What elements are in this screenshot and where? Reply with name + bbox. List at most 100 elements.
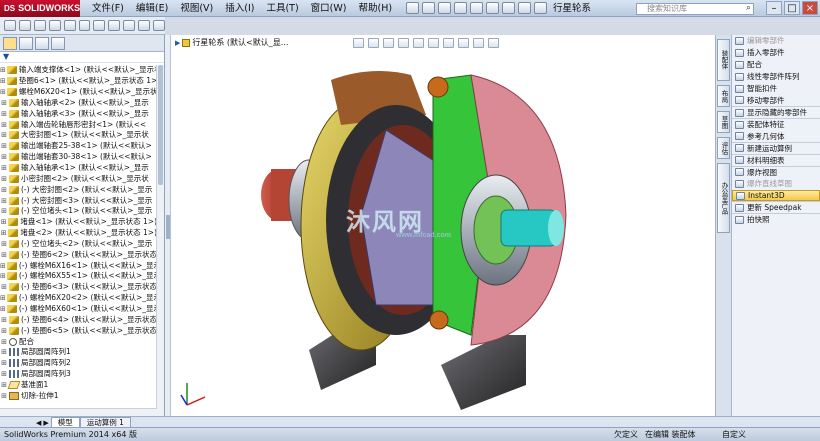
tree-item[interactable]: ⊞ 基准面1 (0, 379, 157, 390)
expand-plus-icon[interactable]: ⊞ (0, 141, 8, 151)
undo-icon[interactable] (470, 2, 484, 14)
command-item[interactable]: 插入零部件 (732, 47, 820, 59)
expand-plus-icon[interactable]: ⊞ (0, 293, 6, 303)
property-manager-tab-icon[interactable] (19, 37, 33, 50)
search-icon[interactable]: ⌕ (746, 3, 751, 13)
tree-item[interactable]: ⊞ 垫圈6<1> (默认<<默认>_显示状态 1>) (0, 76, 157, 87)
command-item[interactable]: 线性零部件阵列 (732, 71, 820, 83)
scene-icon[interactable] (473, 38, 484, 48)
command-item[interactable]: 材料明细表 (732, 153, 820, 166)
configuration-tab-icon[interactable] (35, 37, 49, 50)
tree-item[interactable]: ⊞ (-) 垫圈6<3> (默认<<默认>_显示状态 (0, 282, 157, 293)
menu-file[interactable]: 文件(F) (86, 0, 130, 17)
planetary-gear-model[interactable] (171, 35, 715, 416)
options-gear-icon[interactable] (534, 2, 548, 14)
tree-vertical-scrollbar[interactable] (156, 65, 164, 416)
appearance-icon[interactable] (458, 38, 469, 48)
tab-layout[interactable]: 布局 (717, 85, 730, 107)
command-item[interactable]: 新建运动算例 (732, 142, 820, 154)
command-item[interactable]: 爆炸直线草图 (732, 178, 820, 190)
tree-item[interactable]: ⊞ 输出端轴套30-38<1> (默认<<默认> (0, 152, 157, 163)
zoom-to-fit-icon[interactable] (353, 38, 364, 48)
command-item[interactable]: 拍快照 (732, 213, 820, 225)
expand-plus-icon[interactable]: ⊞ (0, 358, 8, 368)
zoom-area-icon[interactable] (368, 38, 379, 48)
tab-scroll-right-icon[interactable]: ▶ (43, 419, 48, 427)
expand-plus-icon[interactable]: ⊞ (0, 76, 6, 86)
expand-plus-icon[interactable]: ⊞ (0, 98, 8, 108)
tree-item[interactable]: ⊞ 输入轴轴承<3> (默认<<默认>_显示 (0, 108, 157, 119)
command-item[interactable]: 爆炸视图 (732, 165, 820, 178)
graphics-viewport[interactable]: ▶ 行星轮系 (默认<默认_显... 沐风网 www.mfcad.com (171, 35, 715, 416)
solidworks-logo[interactable]: DS SOLIDWORKS (0, 0, 80, 17)
expand-plus-icon[interactable]: ⊞ (0, 152, 8, 162)
close-button[interactable]: × (802, 1, 818, 15)
tree-item[interactable]: ⊞ (-) 垫圈6<4> (默认<<默认>_显示状态 (0, 314, 157, 325)
expand-plus-icon[interactable]: ⊞ (0, 326, 8, 336)
tab-office-products[interactable]: 办公室产品 (717, 163, 730, 233)
command-item[interactable]: Instant3D (732, 189, 820, 202)
arrow-icon[interactable] (4, 20, 16, 31)
expand-plus-icon[interactable]: ⊞ (0, 337, 8, 347)
tree-item[interactable]: ⊞ 切除-拉伸1 (0, 390, 157, 401)
command-item[interactable]: 编辑零部件 (732, 35, 820, 47)
tree-item[interactable]: ⊞ 输入轴轴承<1> (默认<<默认>_显示 (0, 163, 157, 174)
feature-tree-tab-icon[interactable] (3, 37, 17, 50)
tree-item[interactable]: ⊞ 输入端支撑体<1> (默认<<默认>_显示状 (0, 65, 157, 76)
status-custom[interactable]: 自定义 (722, 428, 746, 441)
expand-plus-icon[interactable]: ⊞ (0, 347, 8, 357)
menu-help[interactable]: 帮助(H) (352, 0, 398, 17)
tree-item[interactable]: ⊞ 小密封圈<2> (默认<<默认>_显示状 (0, 173, 157, 184)
previous-view-icon[interactable] (383, 38, 394, 48)
display-style-icon[interactable] (428, 38, 439, 48)
expand-plus-icon[interactable]: ⊞ (0, 206, 8, 216)
open-folder-icon[interactable] (422, 2, 436, 14)
tab-motion-study[interactable]: 运动算例 1 (79, 417, 131, 427)
view-settings-icon[interactable] (488, 38, 499, 48)
expand-plus-icon[interactable]: ⊞ (0, 250, 8, 260)
expand-plus-icon[interactable]: ⊞ (0, 109, 8, 119)
expand-plus-icon[interactable]: ⊞ (0, 315, 8, 325)
tree-item[interactable]: ⊞ 输入端齿轮轴唇形密封<1> (默认<< (0, 119, 157, 130)
command-item[interactable]: 智能扣件 (732, 83, 820, 95)
cube-icon-6[interactable] (123, 20, 136, 31)
tree-item[interactable]: ⊞ 螺栓M6X20<1> (默认<<默认>_显示状 (0, 87, 157, 98)
tree-item[interactable]: ⊞ (-) 空位堵头<1> (默认<<默认>_显示 (0, 206, 157, 217)
sketch-pencil-icon[interactable] (153, 20, 165, 31)
command-item[interactable]: 移动零部件 (732, 94, 820, 106)
expand-plus-icon[interactable]: ⊞ (0, 163, 8, 173)
menu-edit[interactable]: 编辑(E) (130, 0, 174, 17)
expand-arrow-icon[interactable]: ▶ (175, 39, 180, 47)
filter-row[interactable]: ▼ (0, 52, 164, 63)
menu-insert[interactable]: 插入(I) (219, 0, 260, 17)
cube-icon-3[interactable] (78, 20, 91, 31)
tree-item[interactable]: ⊞ 局部圆周阵列1 (0, 347, 157, 358)
tree-item[interactable]: ⊞ (-) 垫圈6<2> (默认<<默认>_显示状态 (0, 249, 157, 260)
tree-item[interactable]: ⊞ (-) 垫圈6<5> (默认<<默认>_显示状态 (0, 325, 157, 336)
new-document-icon[interactable] (406, 2, 420, 14)
select-cursor-icon[interactable] (486, 2, 500, 14)
command-item[interactable]: 更新 Speedpak (732, 201, 820, 213)
hide-show-icon[interactable] (443, 38, 454, 48)
menu-window[interactable]: 窗口(W) (305, 0, 353, 17)
tab-scroll-left-icon[interactable]: ◀ (36, 419, 41, 427)
command-item[interactable]: 装配体特征 (732, 118, 820, 130)
cube-icon-5[interactable] (108, 20, 121, 31)
expand-plus-icon[interactable]: ⊞ (0, 174, 8, 184)
expand-plus-icon[interactable]: ⊞ (0, 261, 6, 271)
minimize-button[interactable]: – (766, 1, 782, 15)
tree-item[interactable]: ⊞ 输入轴轴承<2> (默认<<默认>_显示 (0, 98, 157, 109)
expand-plus-icon[interactable]: ⊞ (0, 282, 8, 292)
cube-icon-7[interactable] (138, 20, 151, 31)
expand-plus-icon[interactable]: ⊞ (0, 369, 8, 379)
viewport-breadcrumb[interactable]: ▶ 行星轮系 (默认<默认_显... (175, 37, 288, 48)
expand-plus-icon[interactable]: ⊞ (0, 391, 8, 401)
section-view-icon[interactable] (398, 38, 409, 48)
scroll-thumb[interactable] (158, 65, 163, 185)
command-item[interactable]: 参考几何体 (732, 130, 820, 142)
tree-item[interactable]: ⊞ 局部圆周阵列3 (0, 369, 157, 380)
tab-sketch[interactable]: 草图 (717, 111, 730, 133)
cube-icon-2[interactable] (63, 20, 76, 31)
tree-item[interactable]: ⊞ (-) 大密封圈<3> (默认<<默认>_显示 (0, 195, 157, 206)
tree-item[interactable]: ⊞ (-) 空位堵头<2> (默认<<默认>_显示 (0, 239, 157, 250)
